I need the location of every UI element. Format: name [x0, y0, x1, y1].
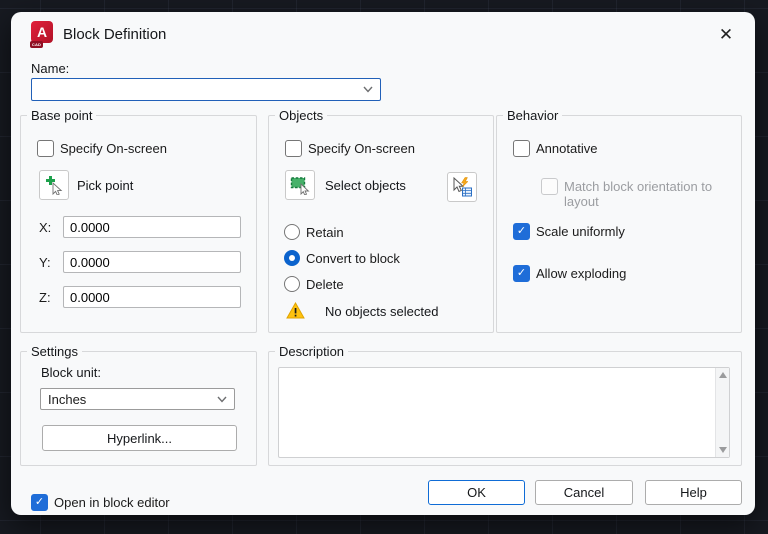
name-input[interactable] — [32, 79, 363, 100]
annotative-label: Annotative — [536, 140, 597, 156]
quick-select-button[interactable] — [447, 172, 477, 202]
checkbox-checked: ✓ — [513, 265, 530, 282]
base-point-group-title: Base point — [27, 108, 96, 123]
pick-point-icon — [44, 175, 64, 195]
checkbox-unchecked — [513, 140, 530, 157]
radio-retain-label: Retain — [306, 225, 344, 240]
description-textarea[interactable] — [279, 368, 715, 457]
allow-exploding-label: Allow exploding — [536, 265, 626, 281]
hyperlink-button[interactable]: Hyperlink... — [42, 425, 237, 451]
objects-status-text: No objects selected — [325, 304, 438, 319]
block-unit-label: Block unit: — [41, 365, 101, 380]
checkbox-unchecked — [285, 140, 302, 157]
behavior-group: Behavior Annotative Match block orientat… — [496, 115, 742, 333]
radio-convert-label: Convert to block — [306, 251, 400, 266]
name-label: Name: — [31, 61, 69, 76]
block-unit-value: Inches — [48, 392, 86, 407]
z-label: Z: — [39, 290, 63, 305]
select-objects-label: Select objects — [325, 178, 406, 193]
radio-convert-to-block[interactable]: Convert to block — [284, 250, 400, 266]
x-input[interactable] — [63, 216, 241, 238]
y-label: Y: — [39, 255, 63, 270]
z-input[interactable] — [63, 286, 241, 308]
autocad-logo-band: CAD — [30, 41, 43, 48]
pick-point-button[interactable] — [39, 170, 69, 200]
radio-delete[interactable]: Delete — [284, 276, 344, 292]
radio-on — [284, 250, 300, 266]
description-scrollbar[interactable] — [715, 368, 729, 457]
block-unit-select[interactable]: Inches — [40, 388, 235, 410]
objects-specify-onscreen-label: Specify On-screen — [308, 140, 415, 156]
chevron-down-icon — [217, 396, 227, 403]
annotative-checkbox[interactable]: Annotative — [513, 140, 597, 157]
allow-exploding-checkbox[interactable]: ✓ Allow exploding — [513, 265, 626, 282]
autocad-logo-icon: A CAD — [31, 21, 53, 43]
base-specify-onscreen-checkbox[interactable]: Specify On-screen — [37, 140, 167, 157]
radio-off — [284, 276, 300, 292]
cancel-button[interactable]: Cancel — [535, 480, 633, 505]
block-definition-dialog: A CAD Block Definition ✕ Name: Base poin… — [11, 12, 755, 515]
description-textarea-container — [278, 367, 730, 458]
select-objects-button[interactable] — [285, 170, 315, 200]
y-input[interactable] — [63, 251, 241, 273]
checkbox-disabled — [541, 178, 558, 195]
autocad-logo-letter: A — [37, 25, 47, 39]
ok-button[interactable]: OK — [428, 480, 525, 505]
description-group-title: Description — [275, 344, 348, 359]
name-combobox[interactable] — [31, 78, 381, 101]
match-block-orientation-label: Match block orientation to layout — [564, 178, 722, 209]
objects-specify-onscreen-checkbox[interactable]: Specify On-screen — [285, 140, 415, 157]
scale-uniformly-label: Scale uniformly — [536, 223, 625, 239]
pick-point-label: Pick point — [77, 178, 133, 193]
radio-off — [284, 224, 300, 240]
help-button[interactable]: Help — [645, 480, 742, 505]
objects-group-title: Objects — [275, 108, 327, 123]
dialog-title: Block Definition — [63, 26, 166, 43]
base-point-group: Base point Specify On-screen Pick point … — [20, 115, 257, 333]
description-group: Description — [268, 351, 742, 466]
close-icon[interactable]: ✕ — [713, 22, 739, 48]
radio-retain[interactable]: Retain — [284, 224, 344, 240]
scroll-up-icon[interactable] — [719, 372, 727, 378]
chevron-down-icon — [363, 86, 373, 93]
match-block-orientation-checkbox: Match block orientation to layout — [541, 178, 722, 209]
open-in-block-editor-checkbox[interactable]: ✓ Open in block editor — [31, 494, 170, 511]
objects-group: Objects Specify On-screen Select objects… — [268, 115, 494, 333]
checkbox-checked: ✓ — [513, 223, 530, 240]
base-specify-onscreen-label: Specify On-screen — [60, 140, 167, 156]
checkbox-checked: ✓ — [31, 494, 48, 511]
radio-delete-label: Delete — [306, 277, 344, 292]
x-label: X: — [39, 220, 63, 235]
select-objects-icon — [290, 175, 310, 195]
settings-group: Settings Block unit: Inches Hyperlink... — [20, 351, 257, 466]
settings-group-title: Settings — [27, 344, 82, 359]
behavior-group-title: Behavior — [503, 108, 562, 123]
quick-select-icon — [452, 177, 472, 197]
warning-icon — [286, 302, 305, 319]
titlebar: A CAD Block Definition ✕ — [11, 12, 755, 56]
scale-uniformly-checkbox[interactable]: ✓ Scale uniformly — [513, 223, 625, 240]
open-in-block-editor-label: Open in block editor — [54, 494, 170, 510]
scroll-down-icon[interactable] — [719, 447, 727, 453]
checkbox-unchecked — [37, 140, 54, 157]
